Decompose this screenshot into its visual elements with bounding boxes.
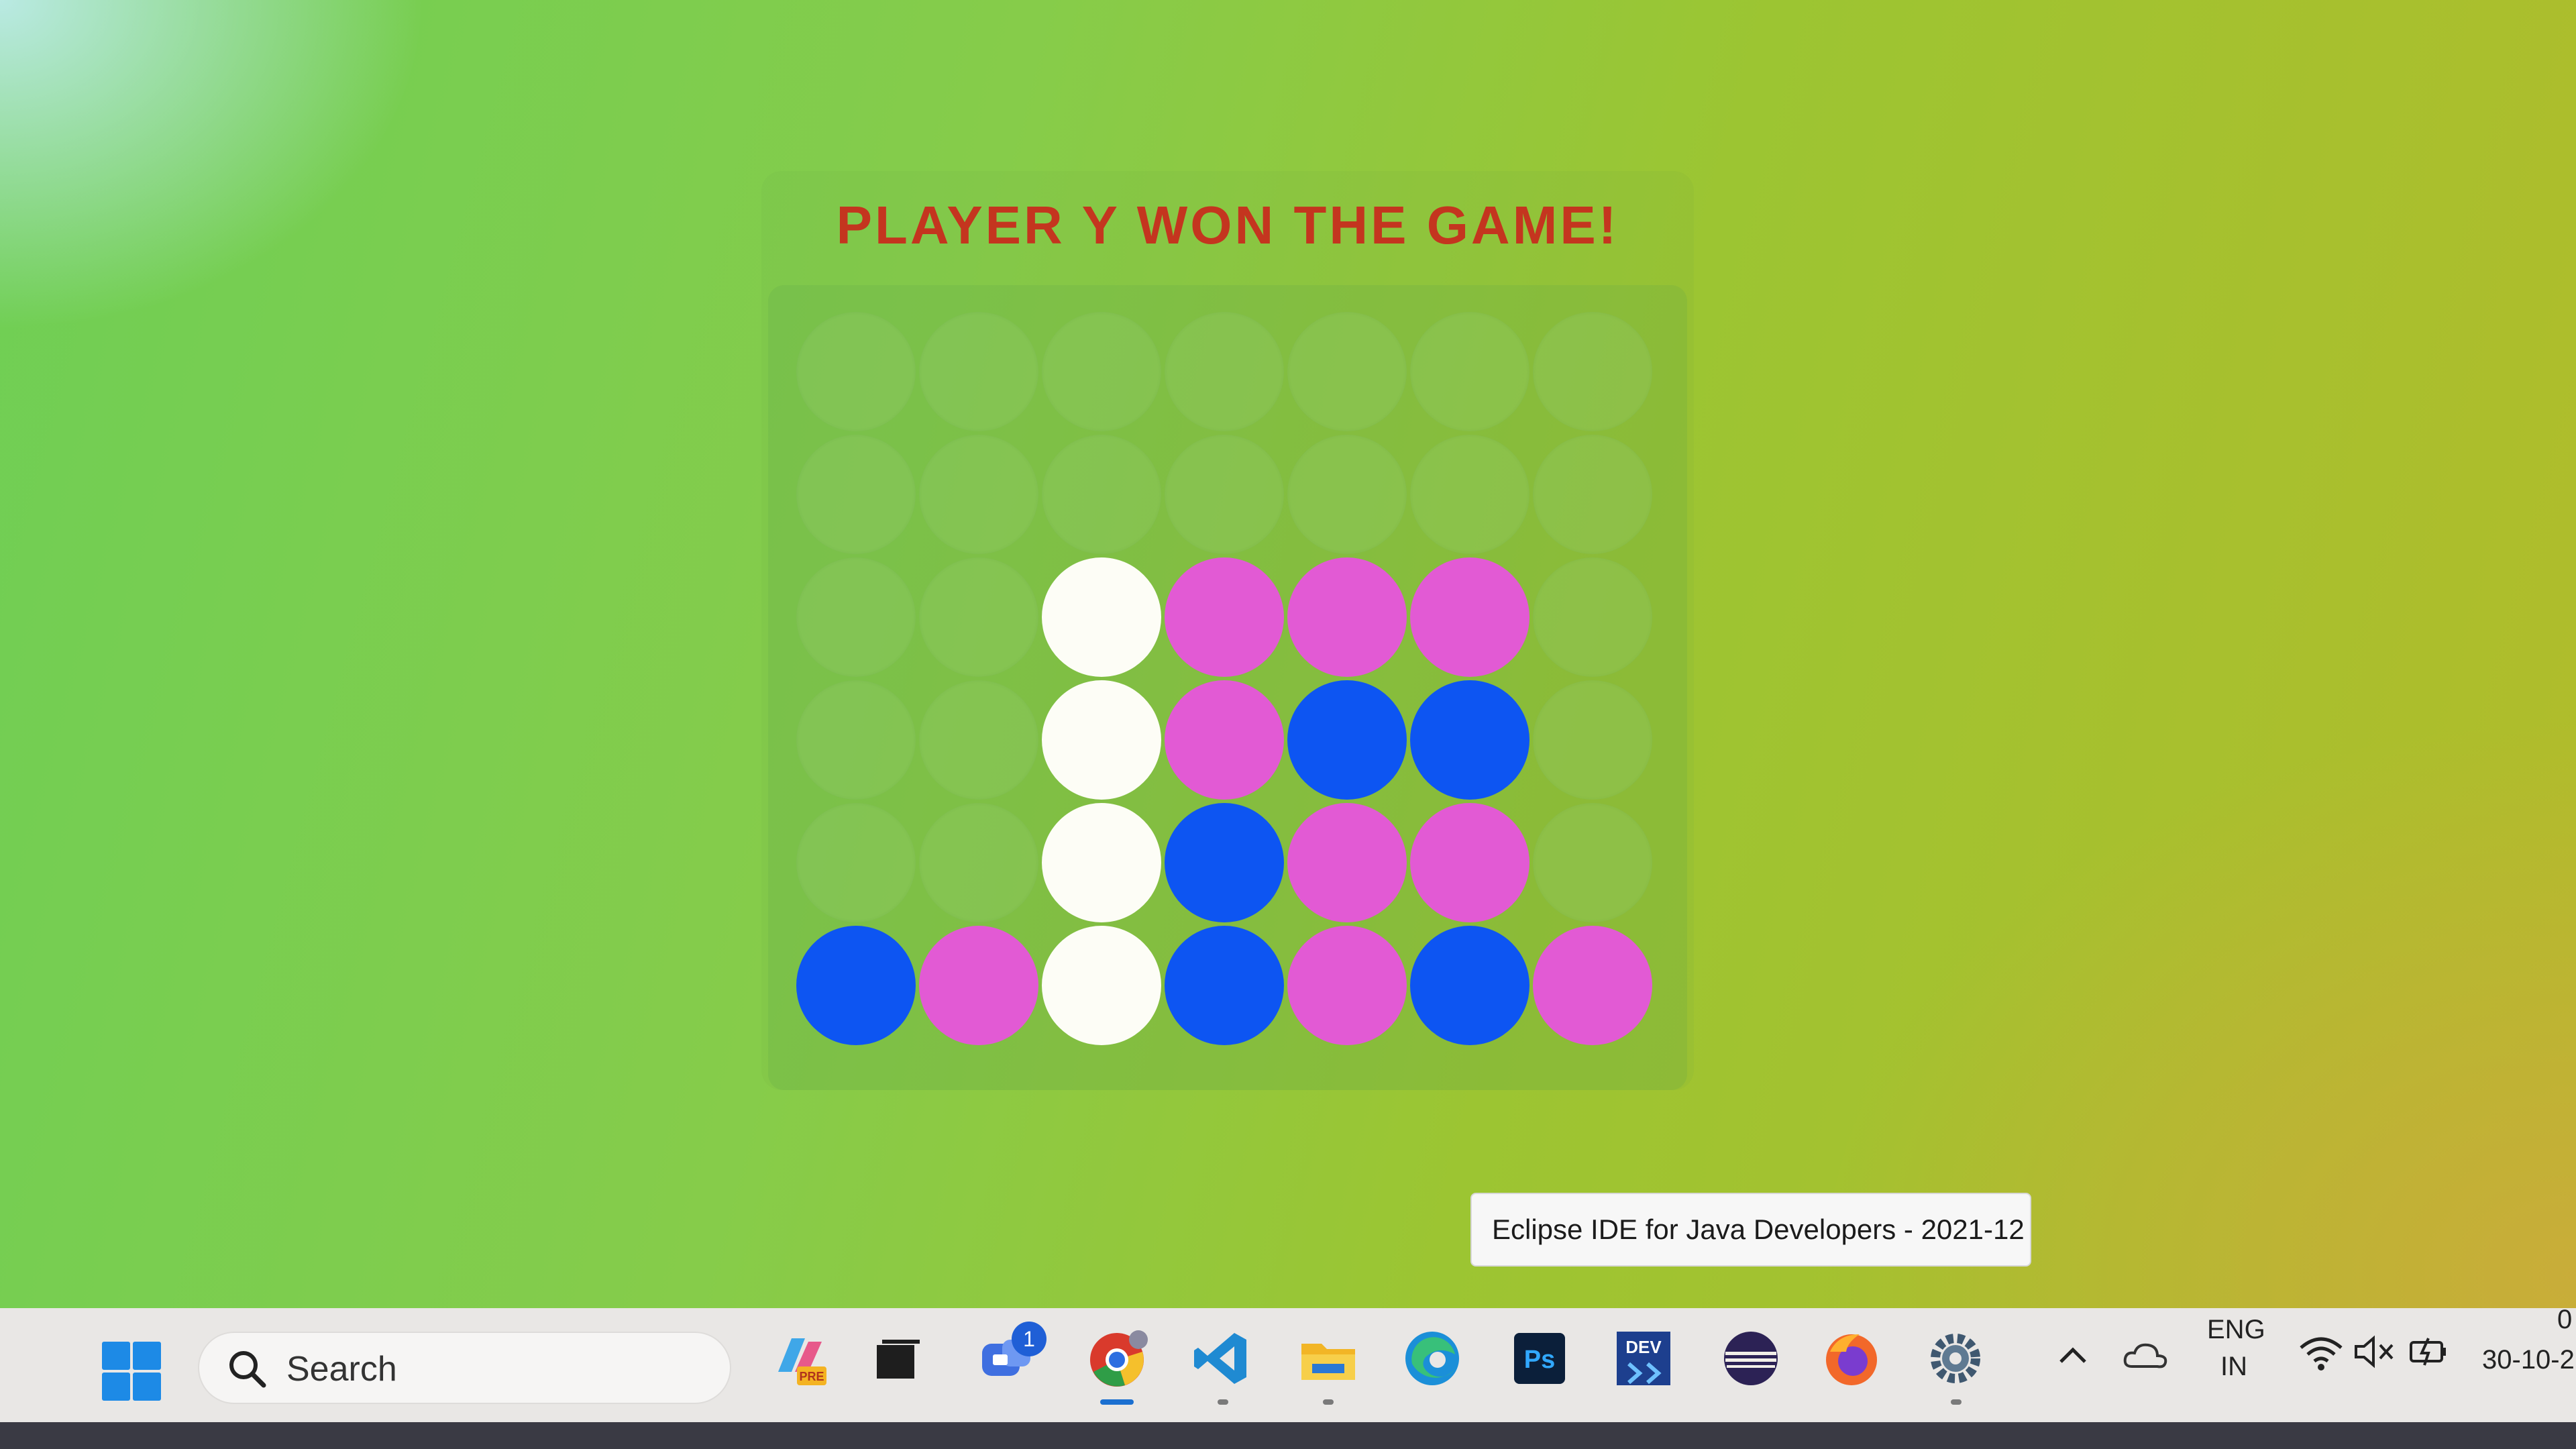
board-cell-r3-c4-blue-disc[interactable]: [1287, 680, 1407, 800]
board-cell-r2-c0-empty[interactable]: [796, 557, 916, 677]
speaker-muted-icon[interactable]: [2348, 1325, 2402, 1379]
board-cell-r1-c1-empty[interactable]: [919, 435, 1038, 554]
battery-charging-icon[interactable]: [2402, 1325, 2455, 1379]
board-cell-r3-c0-empty[interactable]: [796, 680, 916, 800]
chevron-up-icon[interactable]: [2046, 1335, 2100, 1375]
board-cell-r1-c3-empty[interactable]: [1165, 435, 1284, 554]
board-cell-r3-c2-white-disc[interactable]: [1042, 680, 1161, 800]
board-cell-r5-c6-pink-disc[interactable]: [1533, 926, 1652, 1045]
board-cell-r3-c1-empty[interactable]: [919, 680, 1038, 800]
board-cell-r0-c2-empty[interactable]: [1042, 312, 1161, 431]
search-label: Search: [286, 1350, 397, 1389]
board-cell-r1-c4-empty[interactable]: [1287, 435, 1407, 554]
start-button[interactable]: [102, 1342, 162, 1402]
board-cell-r5-c2-white-disc[interactable]: [1042, 926, 1161, 1045]
copilot-icon[interactable]: PRE: [765, 1325, 832, 1392]
clock-time[interactable]: 0: [2557, 1305, 2572, 1335]
svg-text:PRE: PRE: [799, 1370, 824, 1383]
game-panel: PLAYER Y WON THE GAME!: [761, 171, 1694, 1090]
running-app-indicator: [1323, 1399, 1334, 1405]
region-indicator[interactable]: IN: [2220, 1352, 2247, 1382]
board-cell-r0-c5-empty[interactable]: [1410, 312, 1529, 431]
screen-bezel: [0, 1422, 2576, 1449]
windows-logo-icon: [102, 1342, 130, 1370]
board-cell-r4-c4-pink-disc[interactable]: [1287, 803, 1407, 922]
board-cell-r1-c6-empty[interactable]: [1533, 435, 1652, 554]
board-cell-r4-c6-empty[interactable]: [1533, 803, 1652, 922]
board-cell-r1-c2-empty[interactable]: [1042, 435, 1161, 554]
board-cell-r2-c4-pink-disc[interactable]: [1287, 557, 1407, 677]
photoshop-icon[interactable]: Ps: [1506, 1325, 1573, 1392]
active-app-indicator: [1100, 1399, 1134, 1405]
settings-icon[interactable]: [1922, 1325, 1989, 1392]
board-cell-r0-c4-empty[interactable]: [1287, 312, 1407, 431]
wifi-icon[interactable]: [2294, 1325, 2348, 1379]
board-cell-r4-c1-empty[interactable]: [919, 803, 1038, 922]
board-cell-r0-c6-empty[interactable]: [1533, 312, 1652, 431]
firefox-icon[interactable]: [1818, 1325, 1885, 1392]
board-cell-r4-c0-empty[interactable]: [796, 803, 916, 922]
edge-icon[interactable]: [1399, 1325, 1466, 1392]
board-cell-r2-c5-pink-disc[interactable]: [1410, 557, 1529, 677]
board-cell-r4-c5-pink-disc[interactable]: [1410, 803, 1529, 922]
taskbar-tooltip: Eclipse IDE for Java Developers - 2021-1…: [1470, 1193, 2031, 1267]
search-icon: [229, 1351, 266, 1388]
notification-badge: 1: [1012, 1322, 1046, 1356]
board-cell-r5-c3-blue-disc[interactable]: [1165, 926, 1284, 1045]
task-view-icon[interactable]: [862, 1325, 929, 1392]
running-app-indicator: [1951, 1399, 1962, 1405]
chrome-icon[interactable]: [1083, 1325, 1150, 1392]
vscode-icon[interactable]: [1187, 1325, 1254, 1392]
board-cell-r3-c6-empty[interactable]: [1533, 680, 1652, 800]
board-cell-r2-c6-empty[interactable]: [1533, 557, 1652, 677]
windows-logo-icon: [102, 1373, 130, 1401]
board-cell-r5-c4-pink-disc[interactable]: [1287, 926, 1407, 1045]
taskbar-search[interactable]: Search: [198, 1332, 731, 1404]
language-indicator[interactable]: ENG: [2207, 1315, 2265, 1345]
eclipse-icon[interactable]: [1717, 1325, 1784, 1392]
board-cell-r5-c1-pink-disc[interactable]: [919, 926, 1038, 1045]
board-cell-r5-c5-blue-disc[interactable]: [1410, 926, 1529, 1045]
game-result-title: PLAYER Y WON THE GAME!: [836, 195, 1619, 255]
board-cell-r1-c5-empty[interactable]: [1410, 435, 1529, 554]
board-cell-r3-c5-blue-disc[interactable]: [1410, 680, 1529, 800]
windows-logo-icon: [133, 1342, 161, 1370]
clock-date[interactable]: 30-10-2: [2482, 1345, 2575, 1375]
svg-text:DEV: DEV: [1625, 1337, 1662, 1357]
board-cell-r4-c3-blue-disc[interactable]: [1165, 803, 1284, 922]
board-cell-r1-c0-empty[interactable]: [796, 435, 916, 554]
windows-logo-icon: [133, 1373, 161, 1401]
board-cell-r4-c2-white-disc[interactable]: [1042, 803, 1161, 922]
board-cell-r0-c1-empty[interactable]: [919, 312, 1038, 431]
board-cell-r3-c3-pink-disc[interactable]: [1165, 680, 1284, 800]
running-app-indicator: [1218, 1399, 1228, 1405]
file-explorer-icon[interactable]: [1295, 1325, 1362, 1392]
devcpp-icon[interactable]: DEV: [1610, 1325, 1677, 1392]
board-cell-r2-c3-pink-disc[interactable]: [1165, 557, 1284, 677]
board-cell-r5-c0-blue-disc[interactable]: [796, 926, 916, 1045]
svg-text:Ps: Ps: [1524, 1346, 1555, 1374]
board-cell-r2-c1-empty[interactable]: [919, 557, 1038, 677]
board-cell-r0-c0-empty[interactable]: [796, 312, 916, 431]
board-cell-r0-c3-empty[interactable]: [1165, 312, 1284, 431]
cloud-icon[interactable]: [2120, 1332, 2174, 1379]
board-cell-r2-c2-white-disc[interactable]: [1042, 557, 1161, 677]
game-board[interactable]: [768, 285, 1687, 1090]
